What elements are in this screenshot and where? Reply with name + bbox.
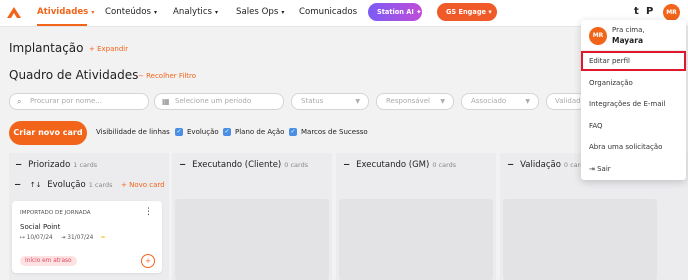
responsavel-select[interactable]: Responsável ▼: [376, 93, 454, 110]
nav-atividades[interactable]: Atividades ▾: [37, 7, 94, 17]
menu-item-editar-perfil[interactable]: Editar perfil: [589, 57, 630, 65]
card-dates: ↦ 10/07/24 ⇥ 31/07/24 ═: [20, 235, 105, 241]
column-header-priorizado[interactable]: − Priorizado 1 cards: [15, 160, 97, 170]
card-placeholder: [175, 199, 329, 280]
search-icon: ⌕: [17, 97, 22, 106]
status-select[interactable]: Status ▼: [291, 93, 369, 110]
user-dropdown-menu: MR Pra cima, Mayara Editar perfil Organi…: [581, 20, 686, 180]
more-options-icon[interactable]: ⋮: [144, 207, 153, 217]
collapse-icon[interactable]: −: [507, 160, 514, 170]
page-title: Implantação: [9, 41, 84, 55]
evolucao-label: Evolução: [187, 128, 219, 136]
card-placeholder: [503, 199, 657, 280]
nav-conteudos[interactable]: Conteúdos ▾: [105, 7, 157, 17]
chevron-down-icon: ▾: [281, 9, 285, 16]
user-avatar[interactable]: MR: [663, 4, 680, 21]
station-ai-button[interactable]: Station AI ✦: [368, 3, 422, 21]
column-header-validacao[interactable]: − Validação 0 cards: [507, 160, 588, 170]
chevron-down-icon: ▾: [154, 9, 158, 16]
app-logo-icon[interactable]: [6, 5, 22, 21]
row-header-evolucao: − ↑↓ Evolução 1 cards: [14, 180, 113, 190]
nav-comunicados[interactable]: Comunicados: [299, 7, 357, 17]
gs-engage-button[interactable]: GS Engage ▾: [437, 3, 497, 21]
associado-select[interactable]: Associado ▼: [461, 93, 539, 110]
menu-item-faq[interactable]: FAQ: [589, 122, 603, 130]
sparkle-icon: ✦: [413, 8, 422, 16]
active-tab-indicator: [37, 24, 87, 26]
collapse-filter-link[interactable]: − Recolher Filtro: [138, 72, 196, 80]
plano-acao-label: Plano de Ação: [235, 128, 285, 136]
marcos-sucesso-checkbox[interactable]: ✓: [289, 128, 297, 136]
chevron-down-icon: ▼: [355, 98, 360, 105]
priority-icon: ═: [101, 235, 105, 241]
menu-item-sair[interactable]: ⇥ Sair: [589, 165, 611, 173]
menu-avatar: MR: [589, 27, 607, 45]
logout-icon: ⇥: [589, 165, 598, 173]
board-title: Quadro de Atividades: [9, 68, 139, 82]
collapse-icon[interactable]: −: [179, 160, 186, 170]
card-title: Social Point: [20, 223, 61, 231]
column-header-executando-gm[interactable]: − Executando (GM) 0 cards: [343, 160, 456, 170]
chevron-down-icon: ▾: [215, 9, 219, 16]
nav-analytics[interactable]: Analytics ▾: [173, 7, 218, 17]
chevron-down-icon: ▾: [488, 8, 492, 16]
collapse-icon[interactable]: −: [343, 160, 350, 170]
evolucao-checkbox[interactable]: ✓: [175, 128, 183, 136]
chevron-down-icon: ▼: [525, 98, 530, 105]
menu-item-integracoes-email[interactable]: Integrações de E-mail: [589, 100, 665, 108]
menu-user-name: Mayara: [612, 36, 644, 45]
chevron-down-icon: ▾: [91, 9, 95, 16]
validade-select[interactable]: Validade: [546, 93, 586, 110]
plano-acao-checkbox[interactable]: ✓: [223, 128, 231, 136]
status-badge: Início em atraso: [20, 256, 77, 266]
calendar-icon: ▦: [162, 97, 170, 106]
add-user-icon[interactable]: +: [141, 254, 155, 268]
nav-sales-ops[interactable]: Sales Ops ▾: [236, 7, 284, 17]
collapse-icon[interactable]: −: [15, 160, 22, 170]
t-icon[interactable]: t: [634, 6, 639, 17]
visibility-label: Visibilidade de linhas: [96, 128, 170, 136]
card-placeholder: [339, 199, 493, 280]
column-header-executando-cliente[interactable]: − Executando (Cliente) 0 cards: [179, 160, 308, 170]
start-arrow-icon: ↦: [20, 235, 27, 241]
menu-greeting: Pra cima,: [612, 26, 645, 34]
period-picker[interactable]: ▦ Selecione um período: [154, 93, 284, 110]
activity-card[interactable]: IMPORTADO DE JORNADA ⋮ Social Point ↦ 10…: [12, 201, 162, 273]
chevron-down-icon: ▼: [440, 98, 445, 105]
menu-item-abra-solicitacao[interactable]: Abra uma solicitação: [589, 143, 662, 151]
card-type-label: IMPORTADO DE JORNADA: [20, 210, 91, 216]
expand-link[interactable]: + Expandir: [89, 45, 128, 53]
marcos-sucesso-label: Marcos de Sucesso: [301, 128, 368, 136]
new-card-link[interactable]: + Novo card: [121, 181, 165, 189]
p-icon[interactable]: P: [646, 6, 653, 17]
menu-item-organizacao[interactable]: Organização: [589, 79, 633, 87]
create-card-button[interactable]: Criar novo card: [9, 121, 87, 145]
collapse-icon[interactable]: −: [14, 180, 21, 190]
search-input[interactable]: ⌕ Procurar por nome...: [9, 93, 149, 110]
sort-arrows-icon[interactable]: ↑↓: [30, 181, 42, 189]
